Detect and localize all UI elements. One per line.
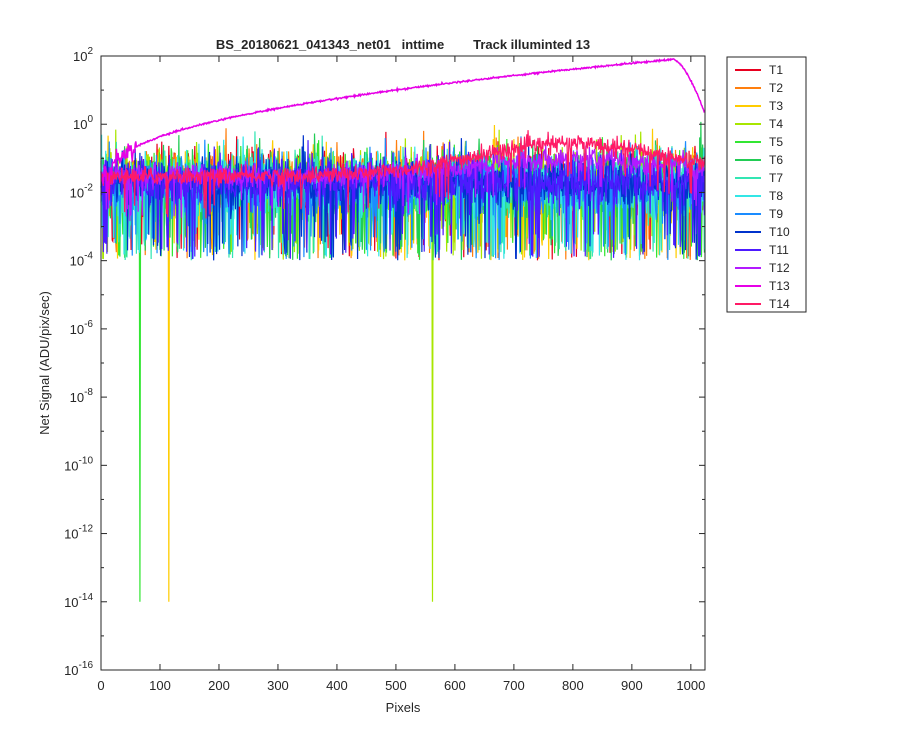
legend-label-t6: T6: [769, 153, 783, 167]
x-tick-label: 200: [208, 678, 230, 693]
x-tick-label: 800: [562, 678, 584, 693]
figure: 0 100 200 300 400 500 600 700 800 900 1000 1021001…: [0, 0, 900, 750]
x-tick-label: 600: [444, 678, 466, 693]
legend-label-t5: T5: [769, 135, 783, 149]
legend: T1 T2 T3 T4 T5 T6 T7 T8 T9 T10 T11 T12 T13 T14: [726, 56, 807, 313]
legend-label-t14: T14: [769, 297, 790, 311]
x-tick-label: 100: [149, 678, 171, 693]
legend-label-t13: T13: [769, 279, 790, 293]
legend-label-t2: T2: [769, 81, 783, 95]
legend-label-t4: T4: [769, 117, 783, 131]
legend-label-t1: T1: [769, 63, 783, 77]
legend-label-t10: T10: [769, 225, 790, 239]
legend-label-t9: T9: [769, 207, 783, 221]
legend-label-t11: T11: [769, 243, 789, 257]
x-tick-label: 0: [97, 678, 104, 693]
legend-label-t8: T8: [769, 189, 783, 203]
legend-label-t3: T3: [769, 99, 783, 113]
x-tick-label: 500: [385, 678, 407, 693]
x-tick-label: 400: [326, 678, 348, 693]
legend-label-t12: T12: [769, 261, 790, 275]
x-tick-label: 1000: [676, 678, 705, 693]
legend-box: [726, 56, 807, 313]
legend-label-t7: T7: [769, 171, 783, 185]
chart-title: BS_20180621_041343_net01 inttime Track i…: [216, 37, 590, 52]
x-tick-label: 300: [267, 678, 289, 693]
x-axis-label: Pixels: [386, 700, 421, 715]
x-tick-label: 700: [503, 678, 525, 693]
y-axis-label: Net Signal (ADU/pix/sec): [37, 291, 52, 435]
x-tick-label: 900: [621, 678, 643, 693]
